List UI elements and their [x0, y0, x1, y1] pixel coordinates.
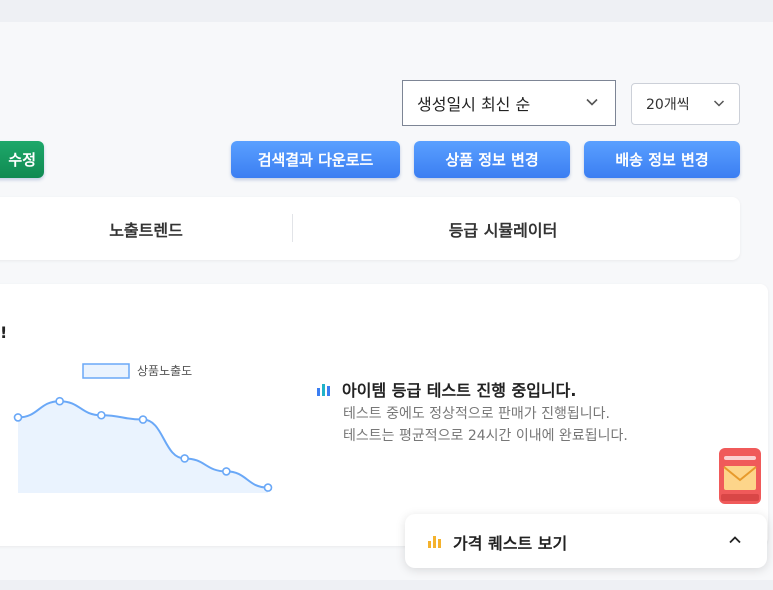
edit-button[interactable]: 수정 [0, 141, 44, 178]
tab-exposure-trend-label: 노출트렌드 [109, 220, 183, 240]
exposure-point-5 [180, 454, 189, 463]
mailbox-icon[interactable] [716, 446, 764, 506]
page-size-value: 20개씩 [646, 97, 690, 113]
top-bar [0, 0, 773, 22]
exposure-point-6 [222, 467, 231, 476]
legend-label: 상품노출도 [137, 364, 192, 378]
download-results-button[interactable]: 검색결과 다운로드 [231, 141, 400, 178]
grade-test-notice: 아이템 등급 테스트 진행 중입니다. 테스트 중에도 정상적으로 판매가 진행… [316, 377, 736, 447]
exposure-point-3 [97, 410, 106, 420]
exposure-chart: 상품노출도 [13, 363, 273, 493]
notice-title: 아이템 등급 테스트 진행 중입니다. [342, 381, 577, 400]
tab-bar: 노출트렌드 등급 시뮬레이터 [0, 197, 740, 260]
change-product-info-button[interactable]: 상품 정보 변경 [414, 141, 570, 178]
tab-grade-simulator[interactable]: 등급 시뮬레이터 [293, 197, 713, 260]
legend-swatch [82, 363, 130, 379]
bar-chart-icon [428, 536, 441, 548]
exposure-area [18, 401, 268, 493]
chevron-down-icon [586, 98, 598, 106]
edit-button-label: 수정 [8, 151, 36, 169]
notice-line-2: 테스트는 평균적으로 24시간 이내에 완료됩니다. [343, 428, 628, 444]
page-size-select[interactable]: 20개씩 [631, 83, 740, 125]
tab-exposure-trend[interactable]: 노출트렌드 [0, 197, 292, 260]
download-results-label: 검색결과 다운로드 [257, 151, 374, 169]
tab-grade-simulator-label: 등급 시뮬레이터 [448, 220, 558, 240]
price-quest-label: 가격 퀘스트 보기 [453, 534, 568, 553]
sort-order-value: 생성일시 최신 순 [417, 95, 531, 114]
exposure-point-2 [55, 396, 64, 406]
change-shipping-info-label: 배송 정보 변경 [615, 151, 709, 169]
chevron-down-icon [713, 100, 725, 107]
bar-chart-icon [317, 384, 330, 396]
bottom-strip [0, 580, 773, 590]
change-shipping-info-button[interactable]: 배송 정보 변경 [584, 141, 740, 178]
exposure-point-4 [138, 415, 148, 424]
chevron-up-icon[interactable] [727, 532, 743, 548]
sort-order-select[interactable]: 생성일시 최신 순 [402, 80, 616, 126]
card-title-fragment: ! [0, 323, 8, 342]
change-product-info-label: 상품 정보 변경 [445, 151, 539, 169]
notice-line-1: 테스트 중에도 정상적으로 판매가 진행됩니다. [343, 406, 610, 422]
exposure-point-7 [263, 483, 273, 492]
price-quest-panel[interactable]: 가격 퀘스트 보기 [405, 514, 767, 568]
exposure-point-1 [13, 413, 23, 422]
